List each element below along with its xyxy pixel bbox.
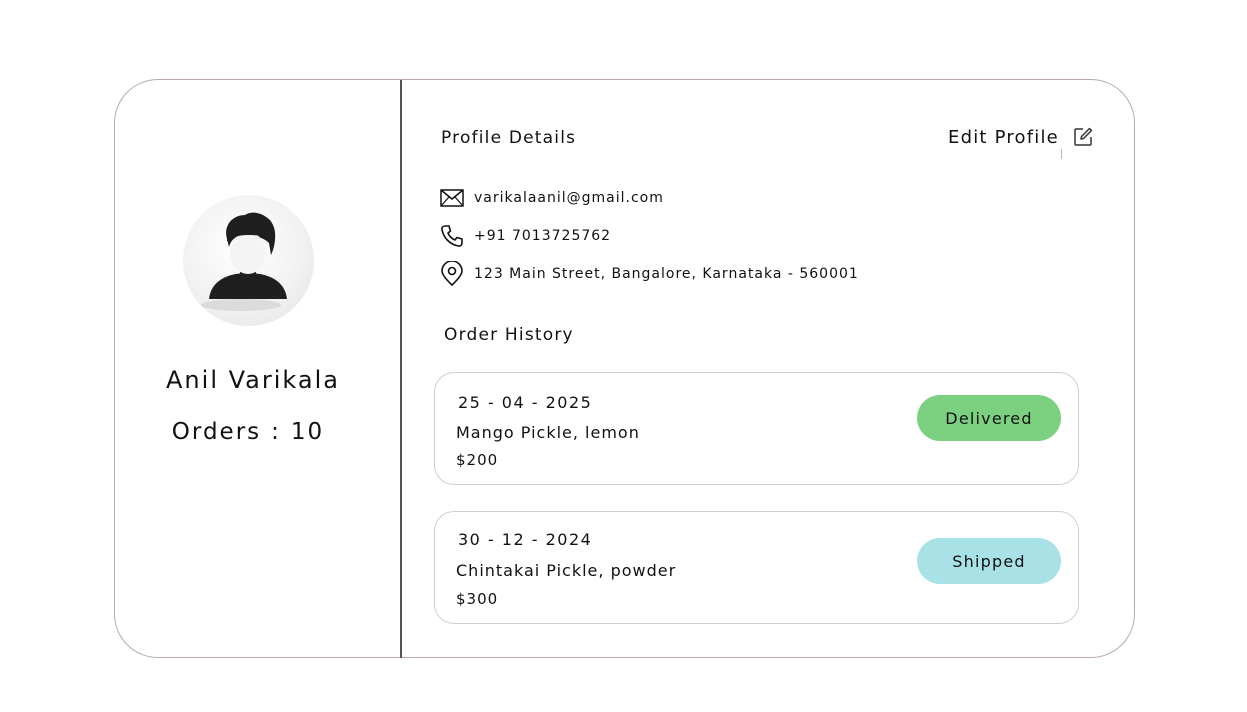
address-row: 123 Main Street, Bangalore, Karnataka - … xyxy=(440,261,859,287)
user-avatar-icon xyxy=(201,212,287,311)
mail-icon xyxy=(440,186,464,210)
edit-profile-button[interactable]: Edit Profile xyxy=(948,126,1094,148)
orders-label: Orders xyxy=(171,419,262,445)
profile-details-title: Profile Details xyxy=(441,128,577,148)
status-badge-delivered: Delivered xyxy=(917,395,1061,441)
text-cursor xyxy=(1061,149,1062,159)
order-date: 30 - 12 - 2024 xyxy=(458,530,593,549)
order-price: $200 xyxy=(456,451,499,469)
orders-count: 10 xyxy=(290,419,325,445)
address-value: 123 Main Street, Bangalore, Karnataka - … xyxy=(474,266,859,282)
order-card[interactable]: 25 - 04 - 2025 Mango Pickle, lemon $200 … xyxy=(434,372,1079,485)
edit-icon xyxy=(1074,127,1093,146)
email-value: varikalaanil@gmail.com xyxy=(474,190,664,206)
order-card[interactable]: 30 - 12 - 2024 Chintakai Pickle, powder … xyxy=(434,511,1079,624)
order-history-title: Order History xyxy=(444,325,574,345)
column-divider xyxy=(400,80,402,658)
order-date: 25 - 04 - 2025 xyxy=(458,393,593,412)
status-badge-shipped: Shipped xyxy=(917,538,1061,584)
order-items: Mango Pickle, lemon xyxy=(456,423,640,442)
orders-count-line: Orders:10 xyxy=(120,419,376,445)
phone-value: +91 7013725762 xyxy=(474,228,612,244)
user-name: Anil Varikala xyxy=(166,366,340,394)
avatar xyxy=(183,195,314,326)
order-price: $300 xyxy=(456,590,499,608)
location-pin-icon xyxy=(440,261,464,287)
edit-profile-label: Edit Profile xyxy=(948,126,1059,148)
orders-separator: : xyxy=(271,419,281,445)
phone-row: +91 7013725762 xyxy=(440,224,611,248)
order-items: Chintakai Pickle, powder xyxy=(456,561,677,580)
phone-icon xyxy=(440,224,464,248)
email-row: varikalaanil@gmail.com xyxy=(440,186,664,210)
